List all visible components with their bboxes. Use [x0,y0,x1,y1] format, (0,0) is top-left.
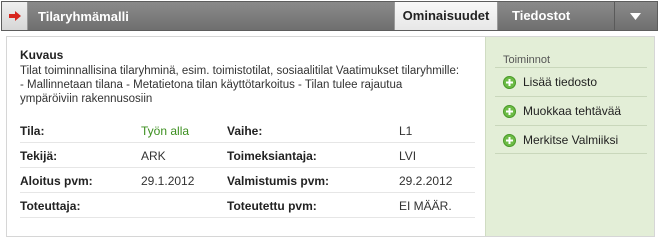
property-value: L1 [399,124,413,138]
property-value: 29.2.2012 [399,174,453,188]
property-row: Tekijä: ARK Toimeksiantaja: LVI [20,144,475,168]
property-value: EI MÄÄR. [399,199,452,213]
action-label: Lisää tiedosto [523,75,598,89]
property-label: Aloitus pvm: [20,174,93,188]
property-label: Toteutettu pvm: [227,199,317,213]
property-value: ARK [141,149,166,163]
status-value: Työn alla [141,124,190,138]
property-label: Toimeksiantaja: [227,149,317,163]
actions-sidebar: Toiminnot Lisää tiedosto Muokkaa tehtävä… [485,37,654,236]
action-edit-task[interactable]: Muokkaa tehtävää [495,96,647,125]
property-label: Tila: [20,124,45,138]
arrow-right-icon [9,11,21,21]
header-bar: Tilaryhmämalli Ominaisuudet Tiedostot [1,1,658,31]
plus-circle-icon [503,134,516,147]
header-icon-box [2,2,28,30]
actions-list: Lisää tiedosto Muokkaa tehtävää Merkitse… [495,67,647,154]
page-title: Tilaryhmämalli [38,9,129,24]
description-text: Tilat toiminnallisina tilaryhminä, esim.… [20,65,460,105]
property-label: Toteuttaja: [20,199,81,213]
description-title: Kuvaus [20,48,64,62]
action-label: Muokkaa tehtävää [523,104,622,118]
property-value: LVI [399,149,417,163]
property-label: Valmistumis pvm: [227,174,330,188]
action-label: Merkitse Valmiiksi [523,133,619,147]
property-row: Tila: Työn alla Vaihe: L1 [20,119,475,143]
property-label: Tekijä: [20,149,58,163]
plus-circle-icon [503,105,516,118]
details-main: Kuvaus Tilat toiminnallisina tilaryhminä… [7,37,485,236]
tab-dropdown-button[interactable] [615,2,659,30]
property-row: Toteuttaja: Toteutettu pvm: EI MÄÄR. [20,194,475,218]
chevron-down-icon [630,13,641,20]
details-panel: Kuvaus Tilat toiminnallisina tilaryhminä… [6,36,655,237]
actions-title: Toiminnot [503,54,551,66]
action-mark-complete[interactable]: Merkitse Valmiiksi [495,125,647,154]
property-label: Vaihe: [227,124,263,138]
property-value: 29.1.2012 [141,174,195,188]
tab-ominaisuudet[interactable]: Ominaisuudet [394,2,498,30]
action-add-file[interactable]: Lisää tiedosto [495,67,647,96]
plus-circle-icon [503,76,516,89]
tab-tiedostot[interactable]: Tiedostot [512,2,570,30]
property-row: Aloitus pvm: 29.1.2012 Valmistumis pvm: … [20,169,475,193]
